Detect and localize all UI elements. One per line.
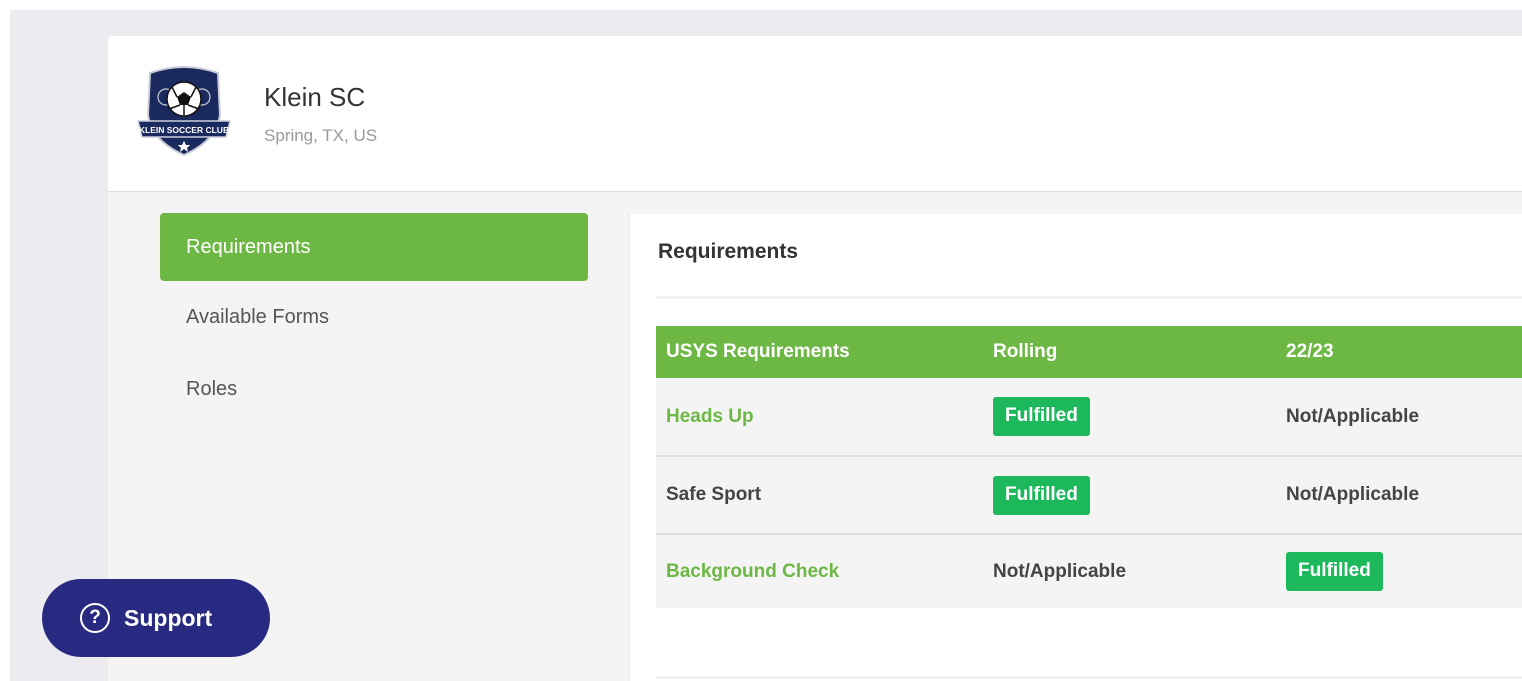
support-button[interactable]: ? Support <box>42 579 270 657</box>
table-row: Background Check Not/Applicable Fulfille… <box>656 534 1522 608</box>
requirements-panel: Requirements USYS Requirements Rolling 2… <box>629 214 1522 681</box>
club-card: KLEIN SOCCER CLUB Klein SC Spring, TX, U… <box>108 36 1522 681</box>
requirement-name: Safe Sport <box>656 456 983 535</box>
bottom-divider <box>656 676 1522 679</box>
title-divider <box>656 296 1522 299</box>
sidebar-item-available-forms[interactable]: Available Forms <box>160 285 588 353</box>
season-status-cell: Not/Applicable <box>1276 378 1522 457</box>
sidebar-nav: Requirements Available Forms Roles <box>160 213 588 425</box>
column-header-season: 22/23 <box>1276 326 1522 378</box>
sidebar-item-requirements[interactable]: Requirements <box>160 213 588 281</box>
question-circle-icon: ? <box>80 603 110 633</box>
table-header-row: USYS Requirements Rolling 22/23 <box>656 326 1522 378</box>
svg-text:KLEIN SOCCER CLUB: KLEIN SOCCER CLUB <box>139 125 229 135</box>
requirements-table: USYS Requirements Rolling 22/23 Heads Up… <box>656 326 1522 608</box>
table-row: Heads Up Fulfilled Not/Applicable <box>656 378 1522 457</box>
requirement-name-link[interactable]: Background Check <box>656 534 983 608</box>
season-status-cell: Fulfilled <box>1276 534 1522 608</box>
column-header-usys-requirements: USYS Requirements <box>656 326 983 378</box>
rolling-status-cell: Not/Applicable <box>983 534 1276 608</box>
club-header: KLEIN SOCCER CLUB Klein SC Spring, TX, U… <box>108 36 1522 192</box>
fulfilled-badge: Fulfilled <box>993 475 1090 515</box>
rolling-status-cell: Fulfilled <box>983 378 1276 457</box>
club-name: Klein SC <box>264 82 366 112</box>
requirement-name-link[interactable]: Heads Up <box>656 378 983 457</box>
panel-title: Requirements <box>658 240 799 263</box>
support-label: Support <box>124 604 213 631</box>
season-status-cell: Not/Applicable <box>1276 456 1522 535</box>
column-header-rolling: Rolling <box>983 326 1276 378</box>
sidebar-item-roles[interactable]: Roles <box>160 357 588 425</box>
club-logo-icon: KLEIN SOCCER CLUB <box>137 66 231 157</box>
club-location: Spring, TX, US <box>264 126 378 145</box>
table-row: Safe Sport Fulfilled Not/Applicable <box>656 456 1522 535</box>
rolling-status-cell: Fulfilled <box>983 456 1276 535</box>
fulfilled-badge: Fulfilled <box>993 397 1090 436</box>
fulfilled-badge: Fulfilled <box>1286 552 1383 591</box>
